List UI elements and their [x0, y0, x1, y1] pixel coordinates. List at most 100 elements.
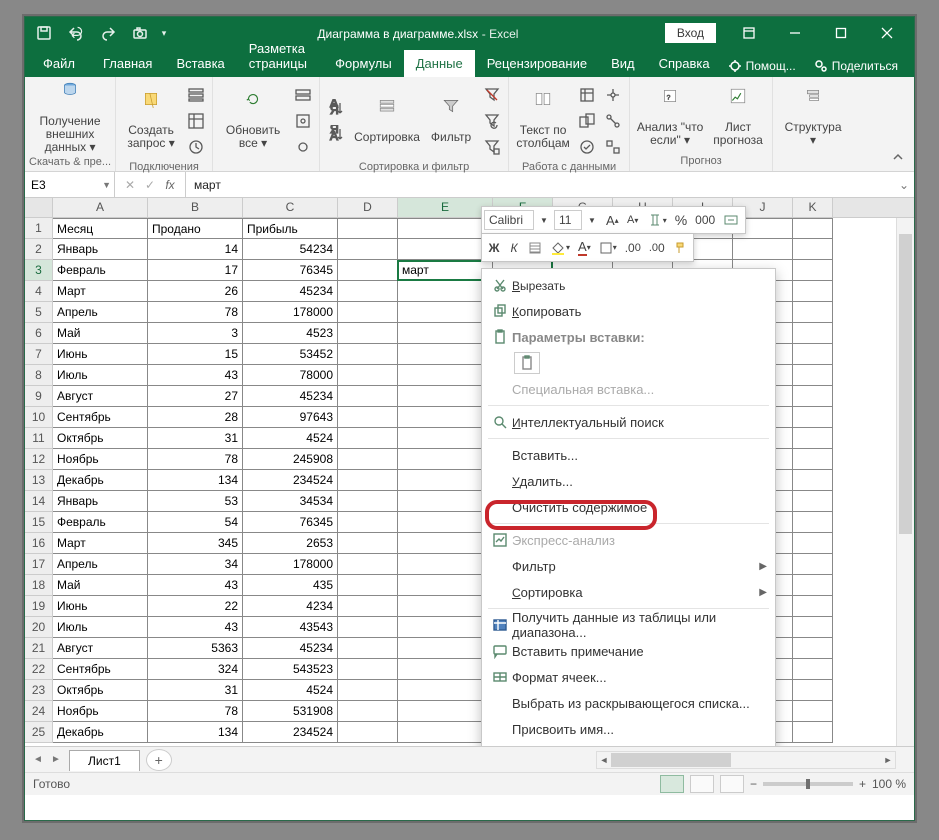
tab-file[interactable]: Файл [31, 50, 87, 77]
cell[interactable] [398, 680, 493, 701]
row-header[interactable]: 15 [25, 512, 53, 533]
ctx-filter[interactable]: Фильтр▶ [482, 553, 775, 579]
zoom-out-button[interactable]: − [750, 777, 757, 791]
cell[interactable] [793, 281, 833, 302]
cell[interactable]: Продано [148, 218, 243, 239]
expand-formula-bar-button[interactable]: ⌄ [894, 178, 914, 192]
enter-formula-button[interactable]: ✓ [141, 178, 159, 192]
ctx-sort[interactable]: Сортировка▶ [482, 579, 775, 605]
cell[interactable]: 324 [148, 659, 243, 680]
worksheet-grid[interactable]: ABCDEFGHIJK 1МесяцПроданоПрибыль2Январь1… [25, 198, 914, 746]
cell[interactable] [398, 596, 493, 617]
mini-font-dd[interactable]: ▼ [534, 209, 554, 231]
save-button[interactable] [29, 19, 59, 47]
cell[interactable] [793, 239, 833, 260]
cell[interactable]: 4524 [243, 428, 338, 449]
cell[interactable] [793, 617, 833, 638]
cell[interactable] [398, 365, 493, 386]
share-button[interactable]: Поделиться [808, 55, 904, 77]
remove-duplicates-button[interactable] [575, 109, 599, 133]
mini-ctxmenu-icon[interactable] [524, 237, 546, 259]
ctx-smart-lookup[interactable]: Интеллектуальный поиск [482, 409, 775, 435]
mini-font-color-button[interactable]: A▾ [574, 237, 595, 259]
sort-button[interactable]: Сортировка [352, 95, 422, 144]
row-header[interactable]: 11 [25, 428, 53, 449]
cell[interactable] [338, 722, 398, 743]
what-if-button[interactable]: ?Анализ "что если" ▾ [634, 85, 706, 147]
cell[interactable] [793, 596, 833, 617]
row-header[interactable]: 21 [25, 638, 53, 659]
connections-button[interactable] [291, 83, 315, 107]
cell[interactable] [733, 239, 793, 260]
cell[interactable] [338, 428, 398, 449]
zoom-slider[interactable] [763, 782, 853, 786]
cell[interactable] [338, 575, 398, 596]
cell[interactable]: 53452 [243, 344, 338, 365]
cell[interactable] [338, 386, 398, 407]
ctx-insert-comment[interactable]: Вставить примечание [482, 638, 775, 664]
from-table-button[interactable] [184, 109, 208, 133]
cell[interactable] [338, 281, 398, 302]
mini-borders-button[interactable]: ▾ [595, 237, 621, 259]
tab-home[interactable]: Главная [91, 50, 164, 77]
cell[interactable] [338, 617, 398, 638]
cell[interactable] [338, 302, 398, 323]
mini-font-name[interactable]: Calibri [484, 210, 534, 230]
cell[interactable]: 76345 [243, 512, 338, 533]
cell[interactable]: Июль [53, 365, 148, 386]
page-break-view-button[interactable] [720, 775, 744, 793]
cell[interactable] [398, 470, 493, 491]
col-header-A[interactable]: A [53, 198, 148, 217]
cell[interactable] [338, 554, 398, 575]
cell[interactable]: 5363 [148, 638, 243, 659]
data-validation-button[interactable] [575, 135, 599, 159]
get-external-data-button[interactable]: Получение внешних данных ▾ [34, 79, 106, 154]
undo-button[interactable] [61, 19, 91, 47]
cell[interactable]: 543523 [243, 659, 338, 680]
cancel-formula-button[interactable]: ✕ [121, 178, 139, 192]
cell[interactable]: 31 [148, 428, 243, 449]
page-layout-view-button[interactable] [690, 775, 714, 793]
cell[interactable]: 76345 [243, 260, 338, 281]
cell[interactable]: 34 [148, 554, 243, 575]
cell[interactable]: 26 [148, 281, 243, 302]
forecast-sheet-button[interactable]: Лист прогноза [708, 85, 768, 147]
cell[interactable] [398, 302, 493, 323]
cell[interactable]: Сентябрь [53, 659, 148, 680]
cell[interactable]: Июль [53, 617, 148, 638]
cell[interactable] [338, 470, 398, 491]
ctx-copy[interactable]: Копировать [482, 298, 775, 324]
cell[interactable]: Февраль [53, 512, 148, 533]
mini-merge-button[interactable] [719, 209, 743, 231]
cell[interactable]: Октябрь [53, 680, 148, 701]
cell[interactable] [793, 323, 833, 344]
cell[interactable] [793, 533, 833, 554]
collapse-ribbon-button[interactable] [892, 151, 910, 169]
tab-formulas[interactable]: Формулы [323, 50, 404, 77]
row-header[interactable]: 16 [25, 533, 53, 554]
cell[interactable]: Март [53, 281, 148, 302]
mini-italic-button[interactable]: К [504, 237, 524, 259]
cell[interactable]: Декабрь [53, 470, 148, 491]
cell[interactable] [398, 512, 493, 533]
cell[interactable]: 178000 [243, 302, 338, 323]
cell[interactable] [338, 344, 398, 365]
cell[interactable] [338, 701, 398, 722]
normal-view-button[interactable] [660, 775, 684, 793]
filter-button[interactable]: Фильтр [424, 95, 478, 144]
row-header[interactable]: 18 [25, 575, 53, 596]
cell[interactable] [793, 407, 833, 428]
cell[interactable] [398, 449, 493, 470]
ctx-paste-option-values[interactable] [482, 350, 775, 376]
row-header[interactable]: 14 [25, 491, 53, 512]
cell[interactable]: 234524 [243, 722, 338, 743]
ctx-cut[interactable]: Вырезать [482, 272, 775, 298]
cell[interactable] [793, 386, 833, 407]
ctx-clear-contents[interactable]: Очистить содержимое [482, 494, 775, 520]
cell[interactable] [398, 722, 493, 743]
cell[interactable]: 54 [148, 512, 243, 533]
tab-review[interactable]: Рецензирование [475, 50, 599, 77]
cell[interactable] [338, 239, 398, 260]
ctx-define-name[interactable]: Присвоить имя... [482, 716, 775, 742]
row-header[interactable]: 5 [25, 302, 53, 323]
